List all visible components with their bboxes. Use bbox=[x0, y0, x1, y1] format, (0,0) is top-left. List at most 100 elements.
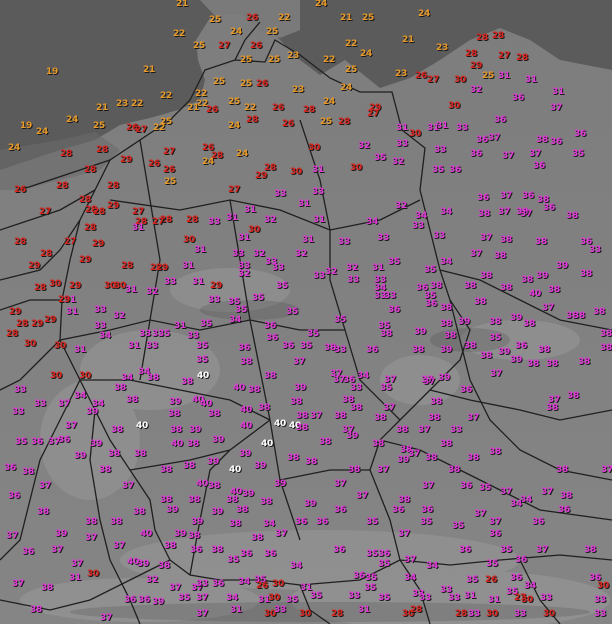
temperature-reading: 37 bbox=[467, 413, 479, 423]
temperature-reading: 37 bbox=[408, 449, 420, 459]
temperature-reading: 28 bbox=[84, 165, 96, 175]
temperature-reading: 31 bbox=[66, 307, 78, 317]
temperature-reading: 31 bbox=[182, 261, 194, 271]
temperature-reading: 39 bbox=[169, 397, 181, 407]
temperature-reading: 30 bbox=[268, 593, 280, 603]
temperature-reading: 26 bbox=[206, 105, 218, 115]
temperature-reading: 22 bbox=[153, 123, 165, 133]
temperature-reading: 36 bbox=[58, 435, 70, 445]
temperature-reading: 29 bbox=[58, 295, 70, 305]
temperature-reading: 27 bbox=[427, 75, 439, 85]
temperature-reading: 29 bbox=[255, 171, 267, 181]
temperature-reading: 34 bbox=[510, 499, 522, 509]
temperature-reading: 35 bbox=[158, 329, 170, 339]
temperature-reading: 36 bbox=[264, 321, 276, 331]
temperature-reading: 36 bbox=[421, 505, 433, 515]
temperature-reading: 38 bbox=[188, 495, 200, 505]
temperature-reading: 35 bbox=[432, 165, 444, 175]
temperature-reading: 38 bbox=[480, 271, 492, 281]
temperature-reading: 28 bbox=[96, 145, 108, 155]
temperature-reading: 33 bbox=[312, 187, 324, 197]
temperature-reading: 31 bbox=[358, 605, 370, 615]
temperature-reading: 37 bbox=[169, 583, 181, 593]
temperature-reading: 38 bbox=[183, 461, 195, 471]
temperature-reading: 38 bbox=[567, 391, 579, 401]
temperature-reading: 34 bbox=[366, 217, 378, 227]
temperature-reading: 36 bbox=[366, 345, 378, 355]
temperature-reading: 38 bbox=[480, 351, 492, 361]
temperature-reading: 37 bbox=[422, 481, 434, 491]
temperature-reading: 36 bbox=[22, 547, 34, 557]
temperature-reading: 38 bbox=[448, 465, 460, 475]
temperature-reading: 32 bbox=[238, 269, 250, 279]
temperature-reading: 38 bbox=[334, 411, 346, 421]
temperature-reading: 39 bbox=[254, 461, 266, 471]
temperature-reading: 36 bbox=[333, 545, 345, 555]
temperature-reading: 38 bbox=[110, 517, 122, 527]
temperature-reading: 37 bbox=[601, 465, 612, 475]
temperature-reading: 35 bbox=[479, 483, 491, 493]
temperature-reading: 25 bbox=[164, 177, 176, 187]
temperature-reading: 38 bbox=[546, 359, 558, 369]
temperature-reading: 33 bbox=[274, 605, 286, 615]
temperature-reading: 38 bbox=[444, 331, 456, 341]
temperature-reading: 36 bbox=[515, 555, 527, 565]
temperature-reading: 31 bbox=[298, 199, 310, 209]
temperature-reading: 26 bbox=[256, 79, 268, 89]
temperature-reading: 38 bbox=[489, 317, 501, 327]
temperature-reading: 39 bbox=[414, 327, 426, 337]
temperature-reading: 38 bbox=[229, 519, 241, 529]
temperature-reading: 35 bbox=[334, 315, 346, 325]
temperature-reading: 31 bbox=[302, 235, 314, 245]
temperature-reading: 38 bbox=[538, 345, 550, 355]
temperature-reading: 31 bbox=[396, 123, 408, 133]
temperature-reading: 38 bbox=[380, 329, 392, 339]
temperature-reading: 29 bbox=[79, 255, 91, 265]
temperature-reading: 35 bbox=[572, 149, 584, 159]
temperature-reading: 35 bbox=[378, 559, 390, 569]
temperature-reading: 38 bbox=[147, 373, 159, 383]
temperature-reading: 38 bbox=[573, 311, 585, 321]
temperature-reading: 37 bbox=[520, 209, 532, 219]
temperature-reading: 26 bbox=[163, 165, 175, 175]
temperature-reading: 28 bbox=[93, 207, 105, 217]
temperature-reading: 31 bbox=[174, 321, 186, 331]
temperature-reading: 30 bbox=[308, 143, 320, 153]
temperature-reading: 36 bbox=[212, 579, 224, 589]
temperature-reading: 38 bbox=[584, 545, 596, 555]
temperature-reading: 25 bbox=[93, 121, 105, 131]
temperature-reading: 38 bbox=[22, 467, 34, 477]
temperature-reading: 19 bbox=[46, 67, 58, 77]
temperature-reading: 38 bbox=[500, 283, 512, 293]
temperature-reading: 38 bbox=[398, 495, 410, 505]
temperature-reading: 21 bbox=[402, 35, 414, 45]
temperature-reading: 24 bbox=[315, 0, 327, 9]
temperature-reading: 29 bbox=[470, 61, 482, 71]
temperature-reading: 35 bbox=[15, 437, 27, 447]
temperature-reading: 38 bbox=[251, 533, 263, 543]
temperature-reading: 31 bbox=[226, 213, 238, 223]
temperature-reading: 33 bbox=[94, 305, 106, 315]
temperature-reading: 30 bbox=[79, 371, 91, 381]
temperature-reading: 33 bbox=[434, 145, 446, 155]
temperature-reading: 28 bbox=[40, 249, 52, 259]
temperature-reading: 29 bbox=[31, 319, 43, 329]
temperature-reading: 38 bbox=[296, 423, 308, 433]
temperature-reading: 26 bbox=[282, 119, 294, 129]
temperature-reading: 38 bbox=[41, 583, 53, 593]
temperature-reading: 38 bbox=[290, 397, 302, 407]
temperature-reading: 36 bbox=[353, 571, 365, 581]
temperature-reading: 34 bbox=[99, 331, 111, 341]
temperature-reading: 38 bbox=[164, 541, 176, 551]
temperature-reading: 39 bbox=[211, 507, 223, 517]
temperature-reading: 38 bbox=[580, 269, 592, 279]
temperature-reading: 38 bbox=[158, 561, 170, 571]
temperature-reading: 32 bbox=[264, 215, 276, 225]
temperature-reading: 28 bbox=[16, 319, 28, 329]
temperature-reading: 34 bbox=[426, 561, 438, 571]
temperature-reading: 36 bbox=[470, 149, 482, 159]
temperature-reading: 26 bbox=[14, 185, 26, 195]
temperature-reading: 24 bbox=[418, 9, 430, 19]
temperature-reading: 33 bbox=[334, 345, 346, 355]
temperature-reading: 37 bbox=[356, 491, 368, 501]
